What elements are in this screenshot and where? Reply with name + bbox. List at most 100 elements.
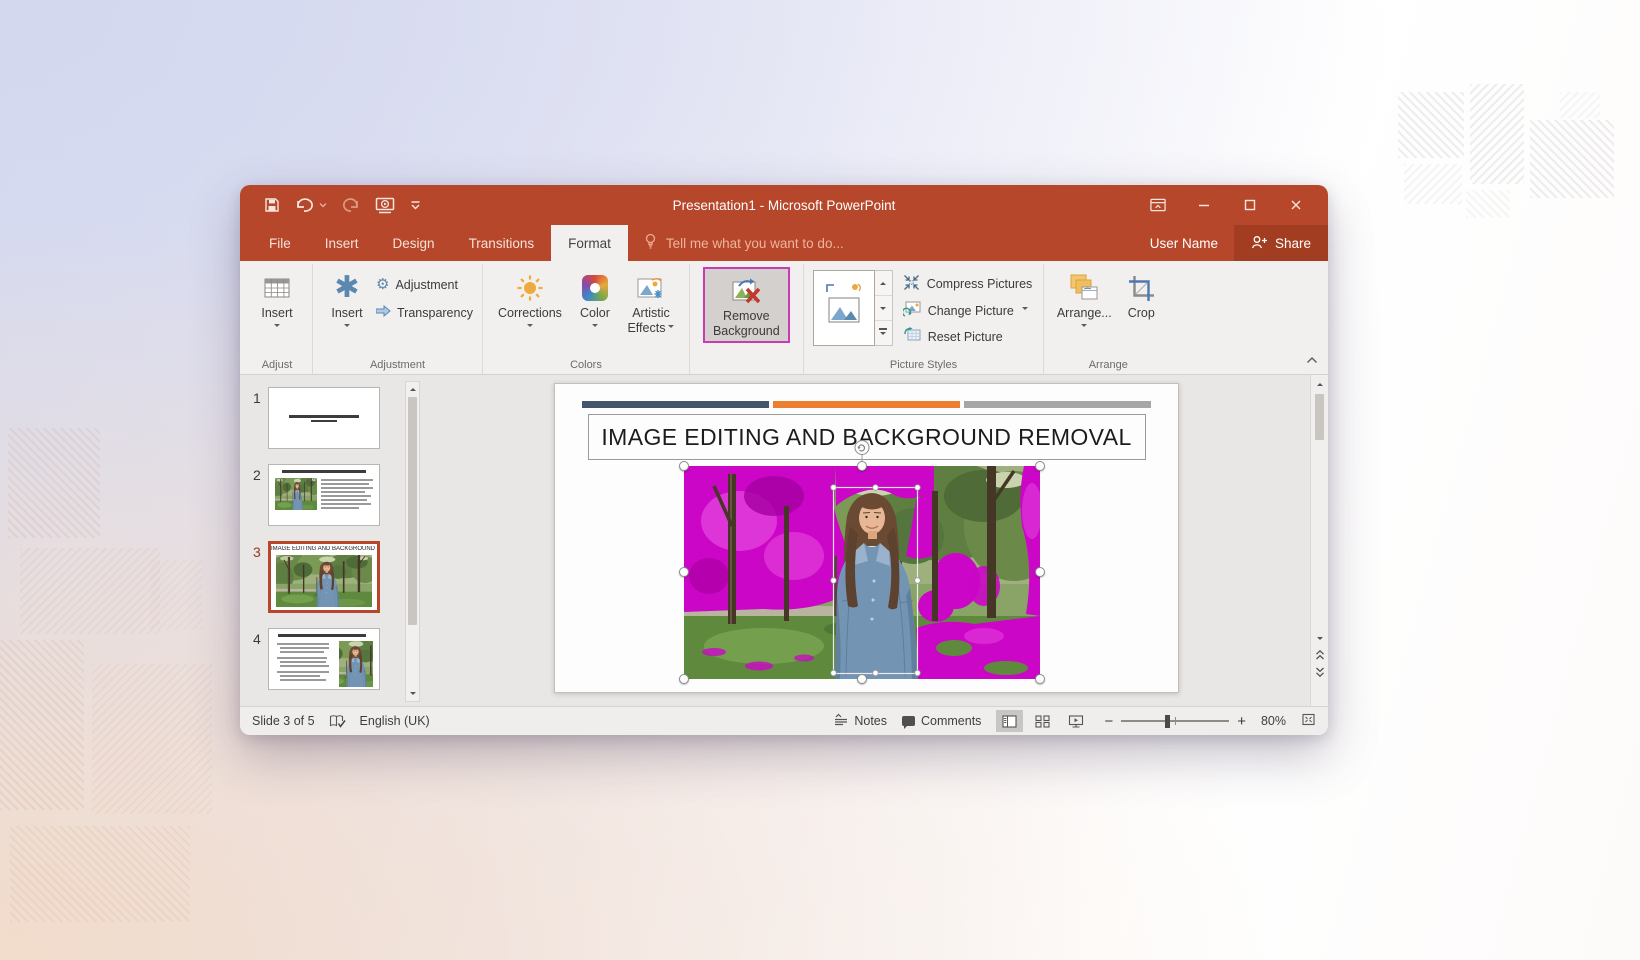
rotate-handle[interactable]: [854, 440, 869, 455]
customize-quick-access-icon[interactable]: [410, 200, 421, 210]
tab-format[interactable]: Format: [551, 225, 628, 261]
resize-handle-w[interactable]: [679, 567, 689, 577]
tab-insert[interactable]: Insert: [308, 225, 376, 261]
slide-editor[interactable]: IMAGE EDITING AND BACKGROUND REMOVAL: [554, 383, 1179, 693]
chevron-down-icon: [1022, 307, 1028, 313]
spellcheck-icon[interactable]: [329, 714, 346, 729]
resize-handle-e[interactable]: [1035, 567, 1045, 577]
group-label-arrange: Arrange: [1044, 359, 1172, 371]
insert-button[interactable]: Insert: [249, 267, 305, 330]
compress-pictures-icon: [903, 274, 920, 294]
artistic-effects-button[interactable]: Artistic Effects: [620, 267, 682, 336]
zoom-slider-thumb[interactable]: [1165, 715, 1170, 728]
redo-icon[interactable]: [342, 198, 360, 213]
tab-file[interactable]: File: [252, 225, 308, 261]
resize-handle-s[interactable]: [857, 674, 867, 684]
comments-toggle[interactable]: Comments: [902, 714, 981, 728]
corrections-button[interactable]: Corrections: [490, 267, 570, 330]
thumbnail-scrollbar: [405, 381, 420, 702]
zoom-in-button[interactable]: +: [1237, 713, 1246, 730]
slide-sorter-view-button[interactable]: [1029, 710, 1056, 732]
adjustment-button[interactable]: ⚙ Adjustment: [376, 277, 473, 292]
normal-view-button[interactable]: [996, 710, 1023, 732]
arrange-button[interactable]: Arrange...: [1051, 267, 1117, 330]
thumbnail-scroll-thumb[interactable]: [408, 397, 417, 625]
quick-access-toolbar: [240, 197, 421, 214]
picture-style-thumbnail[interactable]: [813, 270, 875, 346]
reset-picture-icon: [903, 327, 921, 346]
resize-handle-n[interactable]: [857, 461, 867, 471]
remove-background-icon: [730, 273, 762, 309]
slide-thumbnail-1[interactable]: [268, 387, 380, 449]
tab-transitions[interactable]: Transitions: [452, 225, 552, 261]
start-slideshow-icon[interactable]: [375, 197, 395, 214]
resize-handle-ne[interactable]: [1035, 461, 1045, 471]
status-bar: Slide 3 of 5 English (UK) Notes Comments: [240, 706, 1328, 735]
adjustment-insert-button[interactable]: ✱ Insert: [320, 267, 374, 330]
thumbnail-scroll-up[interactable]: [406, 382, 419, 397]
slide-thumbnail-2[interactable]: [268, 464, 380, 526]
change-picture-button[interactable]: Change Picture: [903, 301, 1033, 320]
window-title: Presentation1 - Microsoft PowerPoint: [673, 198, 896, 213]
next-slide-button[interactable]: [1311, 663, 1328, 680]
share-button[interactable]: Share: [1234, 225, 1328, 261]
minimize-button[interactable]: [1196, 197, 1212, 213]
slide-thumbnail-3[interactable]: IMAGE EDITING AND BACKGROUND REMOVAL: [268, 541, 380, 613]
comments-icon: [902, 716, 915, 726]
artistic-effects-icon: [637, 270, 665, 306]
notes-toggle[interactable]: Notes: [834, 713, 887, 729]
ribbon-display-options-icon[interactable]: [1150, 197, 1166, 213]
chevron-down-icon: [344, 324, 350, 330]
zoom-level[interactable]: 80%: [1261, 714, 1286, 728]
gallery-scroll-up[interactable]: [875, 271, 892, 296]
collapse-ribbon-button[interactable]: [1306, 351, 1318, 369]
save-icon[interactable]: [264, 197, 280, 213]
group-label-adjust: Adjust: [242, 359, 312, 371]
transparency-button[interactable]: Transparency: [376, 305, 473, 320]
group-colors: Corrections Color Artistic Effects Color…: [483, 264, 690, 374]
remove-background-button[interactable]: Remove Background: [703, 267, 790, 343]
tell-me-text: Tell me what you want to do...: [666, 236, 844, 251]
slideshow-view-button[interactable]: [1062, 710, 1089, 732]
crop-button[interactable]: Crop: [1117, 267, 1165, 321]
undo-icon[interactable]: [295, 198, 327, 213]
zoom-out-button[interactable]: −: [1104, 713, 1113, 730]
slide-thumbnail-4[interactable]: [268, 628, 380, 690]
gallery-more-button[interactable]: [875, 321, 892, 345]
color-wheel-icon: [582, 275, 608, 301]
resize-handle-sw[interactable]: [679, 674, 689, 684]
background-removal-preview[interactable]: [684, 466, 1040, 679]
resize-handle-se[interactable]: [1035, 674, 1045, 684]
thumbnail-scroll-down[interactable]: [406, 686, 419, 701]
group-adjustment: ✱ Insert ⚙ Adjustment Transparency Adjus…: [313, 264, 483, 374]
previous-slide-button[interactable]: [1311, 646, 1328, 663]
canvas-scroll-up[interactable]: [1311, 377, 1328, 392]
color-button[interactable]: Color: [570, 267, 620, 330]
selected-picture[interactable]: [684, 466, 1040, 679]
compress-pictures-button[interactable]: Compress Pictures: [903, 274, 1033, 294]
user-name[interactable]: User Name: [1134, 225, 1234, 261]
group-label-adjustment: Adjustment: [313, 359, 482, 371]
slide-number: 3: [240, 541, 268, 613]
thumbnail-slide-title: IMAGE EDITING AND BACKGROUND REMOVAL: [271, 546, 377, 552]
canvas-scroll-down[interactable]: [1311, 631, 1328, 646]
fit-to-window-icon[interactable]: [1301, 713, 1316, 729]
arrange-icon: [1069, 270, 1099, 306]
zoom-slider[interactable]: [1121, 720, 1229, 722]
picture-style-icon: [822, 280, 866, 336]
slide-accent-bar: [582, 401, 1152, 408]
maximize-button[interactable]: [1242, 197, 1258, 213]
resize-handle-nw[interactable]: [679, 461, 689, 471]
close-button[interactable]: [1288, 197, 1304, 213]
canvas-scroll-thumb[interactable]: [1315, 394, 1324, 440]
tell-me-box[interactable]: Tell me what you want to do...: [628, 225, 860, 261]
reset-picture-button[interactable]: Reset Picture: [903, 327, 1033, 346]
ribbon-tab-row: File Insert Design Transitions Format Te…: [240, 225, 1328, 261]
gear-icon: ⚙: [376, 277, 389, 292]
chevron-down-icon: [1081, 324, 1087, 330]
sun-icon: [516, 270, 544, 306]
group-arrange: Arrange... Crop Arrange: [1044, 264, 1172, 374]
gallery-scroll-down[interactable]: [875, 296, 892, 321]
tab-design[interactable]: Design: [376, 225, 452, 261]
language-selector[interactable]: English (UK): [360, 714, 430, 728]
